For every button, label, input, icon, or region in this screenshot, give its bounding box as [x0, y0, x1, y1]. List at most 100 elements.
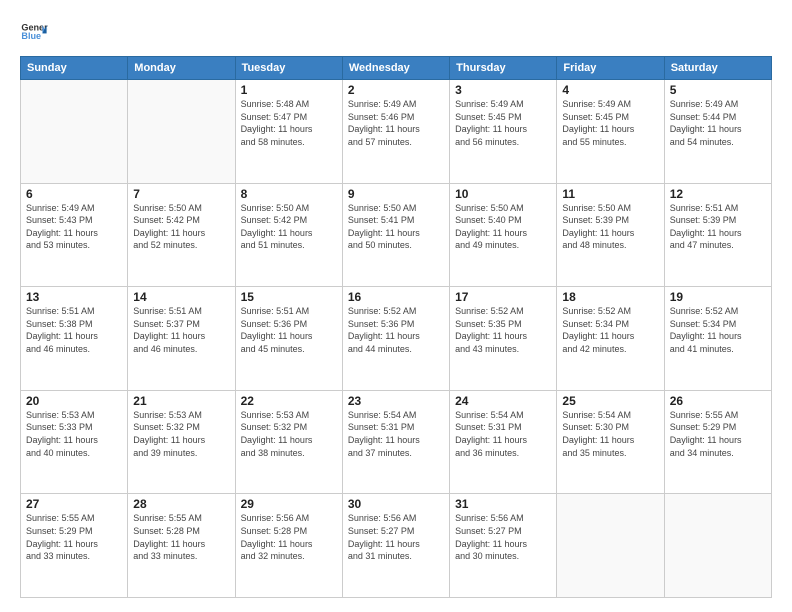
day-number: 30: [348, 497, 444, 511]
calendar-day-1: 1Sunrise: 5:48 AM Sunset: 5:47 PM Daylig…: [235, 80, 342, 184]
day-info: Sunrise: 5:50 AM Sunset: 5:42 PM Dayligh…: [241, 202, 337, 252]
calendar-day-6: 6Sunrise: 5:49 AM Sunset: 5:43 PM Daylig…: [21, 183, 128, 287]
day-info: Sunrise: 5:53 AM Sunset: 5:33 PM Dayligh…: [26, 409, 122, 459]
day-number: 11: [562, 187, 658, 201]
weekday-header-saturday: Saturday: [664, 57, 771, 80]
calendar-week-row: 27Sunrise: 5:55 AM Sunset: 5:29 PM Dayli…: [21, 494, 772, 598]
day-number: 7: [133, 187, 229, 201]
day-number: 17: [455, 290, 551, 304]
calendar-day-13: 13Sunrise: 5:51 AM Sunset: 5:38 PM Dayli…: [21, 287, 128, 391]
day-number: 25: [562, 394, 658, 408]
day-info: Sunrise: 5:51 AM Sunset: 5:36 PM Dayligh…: [241, 305, 337, 355]
day-info: Sunrise: 5:48 AM Sunset: 5:47 PM Dayligh…: [241, 98, 337, 148]
day-info: Sunrise: 5:50 AM Sunset: 5:40 PM Dayligh…: [455, 202, 551, 252]
calendar-day-28: 28Sunrise: 5:55 AM Sunset: 5:28 PM Dayli…: [128, 494, 235, 598]
day-info: Sunrise: 5:49 AM Sunset: 5:46 PM Dayligh…: [348, 98, 444, 148]
calendar-day-27: 27Sunrise: 5:55 AM Sunset: 5:29 PM Dayli…: [21, 494, 128, 598]
day-info: Sunrise: 5:50 AM Sunset: 5:41 PM Dayligh…: [348, 202, 444, 252]
calendar-day-16: 16Sunrise: 5:52 AM Sunset: 5:36 PM Dayli…: [342, 287, 449, 391]
day-number: 5: [670, 83, 766, 97]
day-number: 12: [670, 187, 766, 201]
day-info: Sunrise: 5:52 AM Sunset: 5:36 PM Dayligh…: [348, 305, 444, 355]
header: General Blue: [20, 18, 772, 46]
calendar-week-row: 1Sunrise: 5:48 AM Sunset: 5:47 PM Daylig…: [21, 80, 772, 184]
day-info: Sunrise: 5:49 AM Sunset: 5:45 PM Dayligh…: [455, 98, 551, 148]
day-number: 1: [241, 83, 337, 97]
page: General Blue SundayMondayTuesdayWednesda…: [0, 0, 792, 612]
calendar-day-18: 18Sunrise: 5:52 AM Sunset: 5:34 PM Dayli…: [557, 287, 664, 391]
day-number: 2: [348, 83, 444, 97]
day-number: 21: [133, 394, 229, 408]
day-info: Sunrise: 5:55 AM Sunset: 5:28 PM Dayligh…: [133, 512, 229, 562]
calendar-empty-cell: [557, 494, 664, 598]
calendar-day-29: 29Sunrise: 5:56 AM Sunset: 5:28 PM Dayli…: [235, 494, 342, 598]
day-info: Sunrise: 5:54 AM Sunset: 5:30 PM Dayligh…: [562, 409, 658, 459]
weekday-header-thursday: Thursday: [450, 57, 557, 80]
day-info: Sunrise: 5:49 AM Sunset: 5:43 PM Dayligh…: [26, 202, 122, 252]
weekday-header-row: SundayMondayTuesdayWednesdayThursdayFrid…: [21, 57, 772, 80]
weekday-header-friday: Friday: [557, 57, 664, 80]
calendar-day-22: 22Sunrise: 5:53 AM Sunset: 5:32 PM Dayli…: [235, 390, 342, 494]
day-number: 31: [455, 497, 551, 511]
weekday-header-monday: Monday: [128, 57, 235, 80]
day-info: Sunrise: 5:54 AM Sunset: 5:31 PM Dayligh…: [348, 409, 444, 459]
day-number: 29: [241, 497, 337, 511]
day-number: 28: [133, 497, 229, 511]
day-info: Sunrise: 5:56 AM Sunset: 5:27 PM Dayligh…: [348, 512, 444, 562]
day-info: Sunrise: 5:50 AM Sunset: 5:39 PM Dayligh…: [562, 202, 658, 252]
calendar-day-21: 21Sunrise: 5:53 AM Sunset: 5:32 PM Dayli…: [128, 390, 235, 494]
day-number: 23: [348, 394, 444, 408]
day-info: Sunrise: 5:52 AM Sunset: 5:35 PM Dayligh…: [455, 305, 551, 355]
calendar-day-12: 12Sunrise: 5:51 AM Sunset: 5:39 PM Dayli…: [664, 183, 771, 287]
calendar-day-9: 9Sunrise: 5:50 AM Sunset: 5:41 PM Daylig…: [342, 183, 449, 287]
calendar-day-7: 7Sunrise: 5:50 AM Sunset: 5:42 PM Daylig…: [128, 183, 235, 287]
calendar-day-3: 3Sunrise: 5:49 AM Sunset: 5:45 PM Daylig…: [450, 80, 557, 184]
calendar-day-10: 10Sunrise: 5:50 AM Sunset: 5:40 PM Dayli…: [450, 183, 557, 287]
calendar-day-8: 8Sunrise: 5:50 AM Sunset: 5:42 PM Daylig…: [235, 183, 342, 287]
svg-text:Blue: Blue: [21, 31, 41, 41]
day-number: 9: [348, 187, 444, 201]
day-number: 18: [562, 290, 658, 304]
weekday-header-tuesday: Tuesday: [235, 57, 342, 80]
day-number: 16: [348, 290, 444, 304]
calendar-day-5: 5Sunrise: 5:49 AM Sunset: 5:44 PM Daylig…: [664, 80, 771, 184]
calendar-day-4: 4Sunrise: 5:49 AM Sunset: 5:45 PM Daylig…: [557, 80, 664, 184]
day-info: Sunrise: 5:53 AM Sunset: 5:32 PM Dayligh…: [241, 409, 337, 459]
day-number: 6: [26, 187, 122, 201]
calendar-day-2: 2Sunrise: 5:49 AM Sunset: 5:46 PM Daylig…: [342, 80, 449, 184]
day-info: Sunrise: 5:56 AM Sunset: 5:27 PM Dayligh…: [455, 512, 551, 562]
calendar-day-15: 15Sunrise: 5:51 AM Sunset: 5:36 PM Dayli…: [235, 287, 342, 391]
day-number: 24: [455, 394, 551, 408]
day-number: 3: [455, 83, 551, 97]
calendar-day-25: 25Sunrise: 5:54 AM Sunset: 5:30 PM Dayli…: [557, 390, 664, 494]
calendar-day-11: 11Sunrise: 5:50 AM Sunset: 5:39 PM Dayli…: [557, 183, 664, 287]
day-info: Sunrise: 5:49 AM Sunset: 5:45 PM Dayligh…: [562, 98, 658, 148]
calendar-empty-cell: [664, 494, 771, 598]
day-number: 15: [241, 290, 337, 304]
calendar-week-row: 20Sunrise: 5:53 AM Sunset: 5:33 PM Dayli…: [21, 390, 772, 494]
day-info: Sunrise: 5:51 AM Sunset: 5:38 PM Dayligh…: [26, 305, 122, 355]
calendar-day-20: 20Sunrise: 5:53 AM Sunset: 5:33 PM Dayli…: [21, 390, 128, 494]
calendar-empty-cell: [21, 80, 128, 184]
day-number: 22: [241, 394, 337, 408]
day-info: Sunrise: 5:54 AM Sunset: 5:31 PM Dayligh…: [455, 409, 551, 459]
logo: General Blue: [20, 18, 48, 46]
calendar-day-23: 23Sunrise: 5:54 AM Sunset: 5:31 PM Dayli…: [342, 390, 449, 494]
day-number: 8: [241, 187, 337, 201]
day-info: Sunrise: 5:50 AM Sunset: 5:42 PM Dayligh…: [133, 202, 229, 252]
day-info: Sunrise: 5:53 AM Sunset: 5:32 PM Dayligh…: [133, 409, 229, 459]
day-number: 20: [26, 394, 122, 408]
day-number: 4: [562, 83, 658, 97]
day-info: Sunrise: 5:49 AM Sunset: 5:44 PM Dayligh…: [670, 98, 766, 148]
calendar-empty-cell: [128, 80, 235, 184]
day-info: Sunrise: 5:56 AM Sunset: 5:28 PM Dayligh…: [241, 512, 337, 562]
calendar-day-14: 14Sunrise: 5:51 AM Sunset: 5:37 PM Dayli…: [128, 287, 235, 391]
weekday-header-sunday: Sunday: [21, 57, 128, 80]
day-info: Sunrise: 5:51 AM Sunset: 5:39 PM Dayligh…: [670, 202, 766, 252]
day-number: 19: [670, 290, 766, 304]
day-number: 26: [670, 394, 766, 408]
calendar-day-26: 26Sunrise: 5:55 AM Sunset: 5:29 PM Dayli…: [664, 390, 771, 494]
calendar-day-24: 24Sunrise: 5:54 AM Sunset: 5:31 PM Dayli…: [450, 390, 557, 494]
calendar-day-30: 30Sunrise: 5:56 AM Sunset: 5:27 PM Dayli…: [342, 494, 449, 598]
day-info: Sunrise: 5:52 AM Sunset: 5:34 PM Dayligh…: [670, 305, 766, 355]
